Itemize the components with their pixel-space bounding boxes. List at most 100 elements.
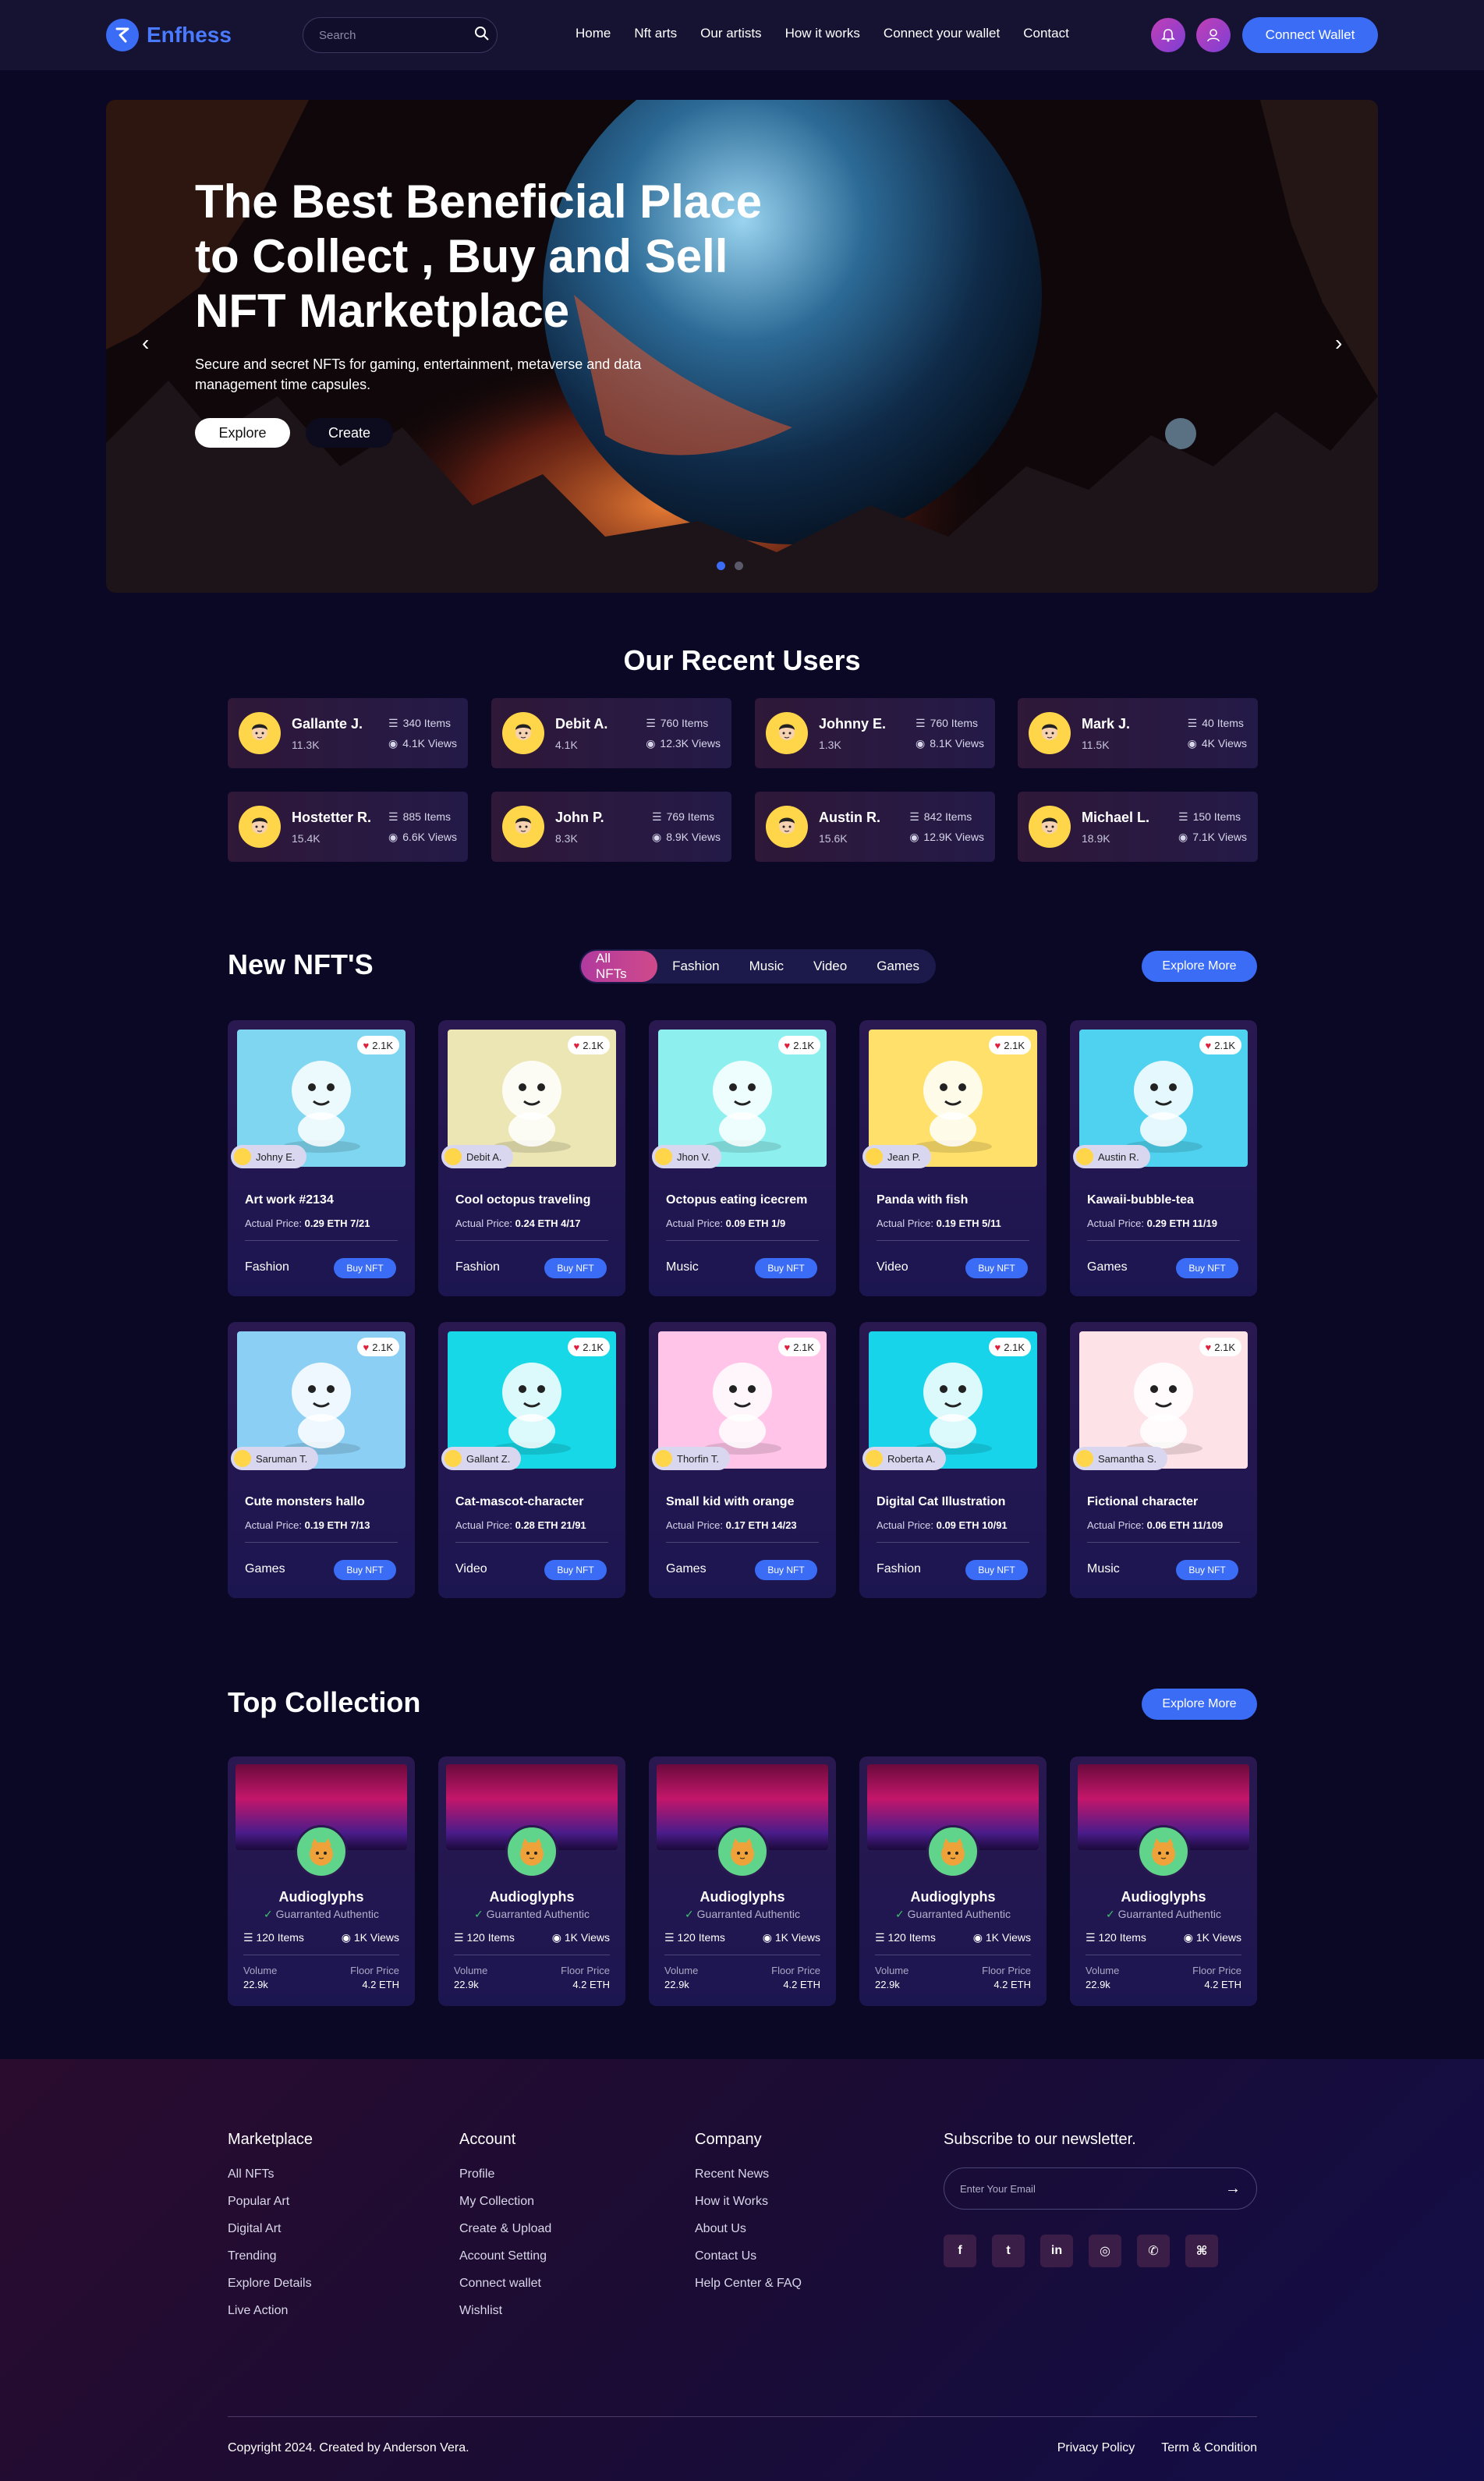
facebook-icon[interactable]: f [944, 2235, 976, 2267]
like-badge[interactable]: ♥ 2.1K [777, 1036, 820, 1054]
user-card[interactable]: Hostetter R. 15.4K ☰ 885 Items ◉ 6.6K Views [228, 792, 468, 862]
footer-link[interactable]: Create & Upload [459, 2222, 551, 2236]
buy-nft-button[interactable]: Buy NFT [755, 1258, 817, 1278]
carousel-prev-icon[interactable]: ‹ [142, 331, 149, 356]
footer-link[interactable]: Explore Details [228, 2277, 313, 2291]
nft-card[interactable]: ♥ 2.1K Roberta A. Digital Cat Illustration A… [859, 1322, 1047, 1598]
owner-chip[interactable]: Jhon V. [652, 1145, 721, 1168]
buy-nft-button[interactable]: Buy NFT [544, 1560, 607, 1580]
filter-games[interactable]: Games [862, 951, 934, 982]
user-card[interactable]: Gallante J. 11.3K ☰ 340 Items ◉ 4.1K Views [228, 698, 468, 768]
filter-fashion[interactable]: Fashion [657, 951, 734, 982]
instagram-icon[interactable]: ◎ [1089, 2235, 1121, 2267]
nft-card[interactable]: ♥ 2.1K Gallant Z. Cat-mascot-character Actua… [438, 1322, 625, 1598]
collection-card[interactable]: Audioglyphs ✓ Guarranted Authentic ☰ 120 I… [1070, 1756, 1257, 2006]
footer-link[interactable]: My Collection [459, 2195, 551, 2209]
footer-link[interactable]: Help Center & FAQ [695, 2277, 802, 2291]
whatsapp-icon[interactable]: ✆ [1137, 2235, 1170, 2267]
footer-link[interactable]: Profile [459, 2167, 551, 2182]
nav-nft-arts[interactable]: Nft arts [634, 26, 677, 41]
owner-chip[interactable]: Roberta A. [862, 1447, 947, 1470]
footer-link[interactable]: Trending [228, 2249, 313, 2263]
collection-card[interactable]: Audioglyphs ✓ Guarranted Authentic ☰ 120 I… [649, 1756, 836, 2006]
user-card[interactable]: Mark J. 11.5K ☰ 40 Items ◉ 4K Views [1018, 698, 1258, 768]
connect-wallet-button[interactable]: Connect Wallet [1242, 17, 1378, 53]
nft-card[interactable]: ♥ 2.1K Thorfin T. Small kid with orange Actu… [649, 1322, 836, 1598]
github-icon[interactable]: ⌘ [1185, 2235, 1218, 2267]
nft-card[interactable]: ♥ 2.1K Austin R. Kawaii-bubble-tea Actual Pr… [1070, 1020, 1257, 1296]
arrow-right-icon[interactable]: → [1225, 2180, 1241, 2198]
carousel-dot[interactable] [735, 562, 743, 570]
like-badge[interactable]: ♥ 2.1K [1199, 1036, 1241, 1054]
buy-nft-button[interactable]: Buy NFT [334, 1258, 396, 1278]
newsletter-email-input[interactable] [960, 2182, 1225, 2195]
filter-video[interactable]: Video [799, 951, 862, 982]
search-input[interactable] [319, 28, 474, 42]
terms-link[interactable]: Term & Condition [1161, 2441, 1257, 2455]
footer-link[interactable]: Wishlist [459, 2304, 551, 2318]
footer-link[interactable]: All NFTs [228, 2167, 313, 2182]
nft-card[interactable]: ♥ 2.1K Saruman T. Cute monsters hallo Actual… [228, 1322, 415, 1598]
buy-nft-button[interactable]: Buy NFT [755, 1560, 817, 1580]
hero-create-button[interactable]: Create [306, 418, 393, 448]
twitter-icon[interactable]: t [992, 2235, 1025, 2267]
like-badge[interactable]: ♥ 2.1K [988, 1036, 1031, 1054]
footer-link[interactable]: About Us [695, 2222, 802, 2236]
nft-card[interactable]: ♥ 2.1K Samantha S. Fictional character Actua… [1070, 1322, 1257, 1598]
owner-chip[interactable]: Debit A. [441, 1145, 513, 1168]
nav-home[interactable]: Home [576, 26, 611, 41]
carousel-next-icon[interactable]: › [1335, 331, 1342, 356]
buy-nft-button[interactable]: Buy NFT [1176, 1258, 1238, 1278]
brand-logo[interactable]: Enfhess [106, 19, 232, 51]
search-icon[interactable] [474, 26, 490, 45]
buy-nft-button[interactable]: Buy NFT [544, 1258, 607, 1278]
notification-button[interactable] [1151, 18, 1185, 52]
nft-card[interactable]: ♥ 2.1K Jhon V. Octopus eating icecrem Actual… [649, 1020, 836, 1296]
footer-link[interactable]: Recent News [695, 2167, 802, 2182]
footer-link[interactable]: Popular Art [228, 2195, 313, 2209]
nft-card[interactable]: ♥ 2.1K Jean P. Panda with fish Actual Price:… [859, 1020, 1047, 1296]
hero-explore-button[interactable]: Explore [195, 418, 290, 448]
like-badge[interactable]: ♥ 2.1K [356, 1036, 399, 1054]
user-card[interactable]: Johnny E. 1.3K ☰ 760 Items ◉ 8.1K Views [755, 698, 995, 768]
linkedin-icon[interactable]: in [1040, 2235, 1073, 2267]
like-badge[interactable]: ♥ 2.1K [1199, 1338, 1241, 1356]
like-badge[interactable]: ♥ 2.1K [356, 1338, 399, 1356]
nfts-explore-more-button[interactable]: Explore More [1142, 951, 1257, 982]
nav-connect-wallet[interactable]: Connect your wallet [884, 26, 1000, 41]
collection-card[interactable]: Audioglyphs ✓ Guarranted Authentic ☰ 120 I… [859, 1756, 1047, 2006]
footer-link[interactable]: Live Action [228, 2304, 313, 2318]
nft-card[interactable]: ♥ 2.1K Debit A. Cool octopus traveling Actua… [438, 1020, 625, 1296]
user-card[interactable]: John P. 8.3K ☰ 769 Items ◉ 8.9K Views [491, 792, 731, 862]
carousel-dot[interactable] [717, 562, 725, 570]
collection-explore-more-button[interactable]: Explore More [1142, 1689, 1257, 1720]
collection-card[interactable]: Audioglyphs ✓ Guarranted Authentic ☰ 120 I… [228, 1756, 415, 2006]
owner-chip[interactable]: Saruman T. [231, 1447, 319, 1470]
owner-chip[interactable]: Thorfin T. [652, 1447, 730, 1470]
footer-link[interactable]: Connect wallet [459, 2277, 551, 2291]
like-badge[interactable]: ♥ 2.1K [988, 1338, 1031, 1356]
buy-nft-button[interactable]: Buy NFT [965, 1560, 1028, 1580]
user-card[interactable]: Debit A. 4.1K ☰ 760 Items ◉ 12.3K Views [491, 698, 731, 768]
like-badge[interactable]: ♥ 2.1K [567, 1036, 610, 1054]
footer-link[interactable]: How it Works [695, 2195, 802, 2209]
owner-chip[interactable]: Gallant Z. [441, 1447, 522, 1470]
footer-link[interactable]: Contact Us [695, 2249, 802, 2263]
like-badge[interactable]: ♥ 2.1K [567, 1338, 610, 1356]
owner-chip[interactable]: Austin R. [1073, 1145, 1150, 1168]
nav-contact[interactable]: Contact [1023, 26, 1069, 41]
footer-link[interactable]: Digital Art [228, 2222, 313, 2236]
privacy-policy-link[interactable]: Privacy Policy [1057, 2441, 1135, 2455]
like-badge[interactable]: ♥ 2.1K [777, 1338, 820, 1356]
profile-button[interactable] [1196, 18, 1231, 52]
footer-link[interactable]: Account Setting [459, 2249, 551, 2263]
nft-card[interactable]: ♥ 2.1K Johny E. Art work #2134 Actual Price:… [228, 1020, 415, 1296]
owner-chip[interactable]: Jean P. [862, 1145, 932, 1168]
filter-all-nfts[interactable]: All NFTs [581, 951, 658, 982]
nav-our-artists[interactable]: Our artists [700, 26, 761, 41]
filter-music[interactable]: Music [735, 951, 799, 982]
buy-nft-button[interactable]: Buy NFT [1176, 1560, 1238, 1580]
owner-chip[interactable]: Johny E. [231, 1145, 306, 1168]
buy-nft-button[interactable]: Buy NFT [334, 1560, 396, 1580]
user-card[interactable]: Austin R. 15.6K ☰ 842 Items ◉ 12.9K Views [755, 792, 995, 862]
